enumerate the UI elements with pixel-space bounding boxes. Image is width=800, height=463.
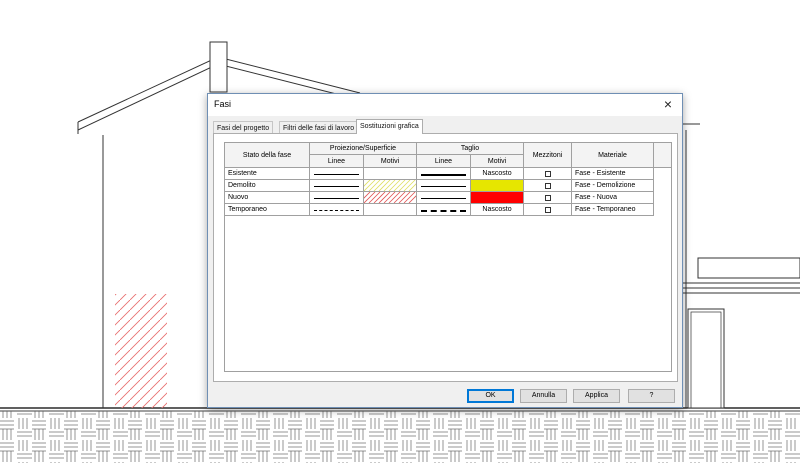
row-stato-demolito[interactable]: Demolito	[225, 180, 310, 192]
header-proiezione: Proiezione/Superficie	[310, 143, 417, 155]
overrides-table: Stato della fase Proiezione/Superficie T…	[224, 142, 672, 372]
row-esistente-proj-motivi[interactable]	[364, 168, 417, 180]
halftone-checkbox[interactable]	[544, 194, 551, 201]
apply-button[interactable]: Applica	[573, 389, 620, 403]
row-demolito-proj-linee[interactable]	[310, 180, 364, 192]
row-demolito-materiale[interactable]: Fase - Demolizione	[572, 180, 654, 192]
row-temporaneo-cut-linee[interactable]	[417, 204, 471, 216]
row-stato-esistente[interactable]: Esistente	[225, 168, 310, 180]
row-esistente-materiale[interactable]: Fase - Esistente	[572, 168, 654, 180]
row-esistente-proj-linee[interactable]	[310, 168, 364, 180]
row-temporaneo-mezzitoni[interactable]	[524, 204, 572, 216]
header-materiale: Materiale	[572, 143, 654, 168]
yellow-hatch-swatch	[364, 180, 416, 191]
header-cut-motivi: Motivi	[471, 155, 524, 168]
header-proj-linee: Linee	[310, 155, 364, 168]
tab-graphic-overrides[interactable]: Sostituzioni grafica	[356, 119, 423, 134]
row-demolito-cut-linee[interactable]	[417, 180, 471, 192]
row-stato-temporaneo[interactable]: Temporaneo	[225, 204, 310, 216]
halftone-checkbox[interactable]	[544, 170, 551, 177]
header-stato: Stato della fase	[225, 143, 310, 168]
close-icon[interactable]: ×	[658, 95, 678, 113]
header-taglio: Taglio	[417, 143, 524, 155]
row-stato-nuovo[interactable]: Nuovo	[225, 192, 310, 204]
header-proj-motivi: Motivi	[364, 155, 417, 168]
phases-dialog: Fasi × Fasi del progetto Filtri delle fa…	[207, 93, 683, 408]
row-nuovo-cut-motivi[interactable]	[471, 192, 524, 204]
cancel-button[interactable]: Annulla	[520, 389, 567, 403]
row-nuovo-materiale[interactable]: Fase - Nuova	[572, 192, 654, 204]
ok-button[interactable]: OK	[467, 389, 514, 403]
row-demolito-cut-motivi[interactable]	[471, 180, 524, 192]
red-hatch-swatch	[364, 192, 416, 203]
halftone-checkbox[interactable]	[544, 206, 551, 213]
row-nuovo-proj-motivi[interactable]	[364, 192, 417, 204]
row-temporaneo-cut-motivi[interactable]: Nascosto	[471, 204, 524, 216]
row-demolito-mezzitoni[interactable]	[524, 180, 572, 192]
row-esistente-mezzitoni[interactable]	[524, 168, 572, 180]
row-esistente-cut-linee[interactable]	[417, 168, 471, 180]
dialog-title: Fasi	[214, 99, 232, 109]
row-nuovo-cut-linee[interactable]	[417, 192, 471, 204]
row-temporaneo-proj-motivi[interactable]	[364, 204, 417, 216]
help-button[interactable]: ?	[628, 389, 675, 403]
header-filler	[654, 143, 671, 168]
row-nuovo-mezzitoni[interactable]	[524, 192, 572, 204]
row-demolito-proj-motivi[interactable]	[364, 180, 417, 192]
row-temporaneo-proj-linee[interactable]	[310, 204, 364, 216]
header-mezzitoni: Mezzitoni	[524, 143, 572, 168]
header-cut-linee: Linee	[417, 155, 471, 168]
halftone-checkbox[interactable]	[544, 182, 551, 189]
row-esistente-cut-motivi[interactable]: Nascosto	[471, 168, 524, 180]
tab-panel: Stato della fase Proiezione/Superficie T…	[213, 133, 678, 382]
dialog-titlebar[interactable]: Fasi ×	[208, 94, 682, 116]
row-nuovo-proj-linee[interactable]	[310, 192, 364, 204]
row-temporaneo-materiale[interactable]: Fase - Temporaneo	[572, 204, 654, 216]
